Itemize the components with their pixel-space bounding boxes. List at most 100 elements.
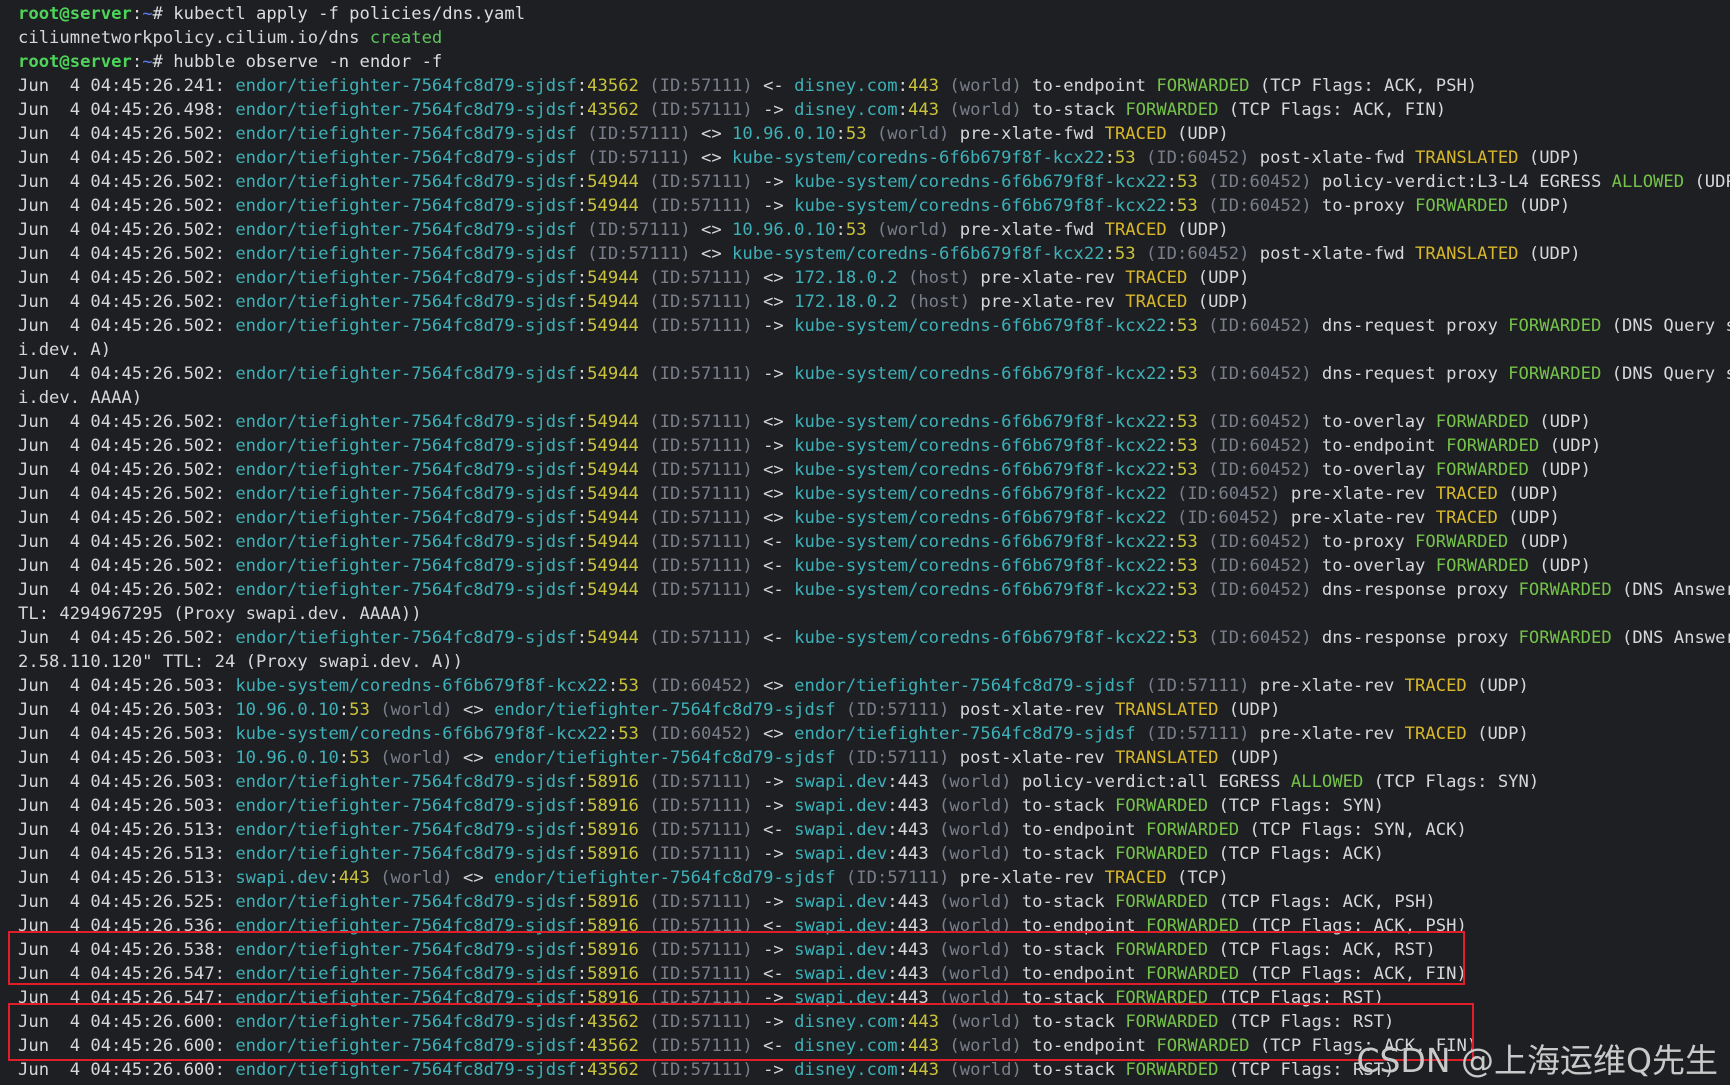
terminal-text: (ID:57111) (638, 436, 753, 456)
terminal-text: 43562 (587, 1060, 639, 1080)
terminal-text: FORWARDED (1446, 436, 1540, 456)
terminal-text: -> (752, 844, 795, 864)
terminal-text: endor/tiefighter-7564fc8d79-sjdsf (235, 100, 577, 120)
terminal-text: endor/tiefighter-7564fc8d79-sjdsf (235, 628, 577, 648)
terminal-text: -> (752, 196, 795, 216)
terminal-text: : (835, 220, 846, 240)
terminal-text: (ID:57111) (576, 244, 691, 264)
terminal-text: endor/tiefighter-7564fc8d79-sjdsf (235, 436, 577, 456)
terminal-text: endor/tiefighter-7564fc8d79-sjdsf (235, 892, 577, 912)
terminal-text: : (897, 76, 908, 96)
terminal-text: kube-system/coredns-6f6b679f8f-kcx22 (794, 508, 1167, 528)
terminal-text: ALLOWED (1611, 172, 1685, 192)
terminal-text: (world) (939, 100, 1022, 120)
terminal-text: 54944 (587, 580, 639, 600)
terminal-text: (world) (928, 892, 1012, 912)
terminal-text: TRANSLATED (1114, 748, 1219, 768)
terminal-text: (ID:60452) (1197, 556, 1312, 576)
terminal-text: Jun 4 04:45:26.525: (18, 892, 236, 912)
terminal-text: FORWARDED (1114, 892, 1209, 912)
terminal-text: : (576, 316, 588, 336)
terminal-text: : (1166, 556, 1178, 576)
terminal-text: root@server (18, 52, 132, 72)
terminal-text: -> (752, 892, 795, 912)
terminal-text: : (576, 100, 588, 120)
terminal-text: : (576, 844, 588, 864)
terminal-text: kube-system/coredns-6f6b679f8f-kcx22 (732, 148, 1105, 168)
terminal-text: 54944 (587, 460, 639, 480)
terminal-text: endor/tiefighter-7564fc8d79-sjdsf (235, 412, 577, 432)
terminal-text: FORWARDED (1508, 364, 1602, 384)
terminal-text: ~ (142, 4, 153, 24)
terminal-text: <> (752, 724, 795, 744)
terminal-text: (TCP Flags: ACK, FIN) (1218, 100, 1447, 120)
terminal-text: pre-xlate-rev (1249, 676, 1405, 696)
terminal-text: (DNS Query swap (1611, 316, 1730, 336)
terminal-text: 54944 (587, 436, 639, 456)
terminal-text: kube-system/coredns-6f6b679f8f-kcx22 (794, 436, 1167, 456)
terminal-text: FORWARDED (1435, 556, 1529, 576)
terminal-text: 54944 (587, 364, 639, 384)
terminal-text: : (897, 100, 908, 120)
terminal-text: dns-response proxy (1311, 580, 1519, 600)
terminal-text: TRANSLATED (1114, 700, 1219, 720)
terminal-text: (UDP) (1518, 244, 1581, 264)
terminal-text: <- (752, 76, 795, 96)
terminal-text: 10.96.0.10 (732, 220, 836, 240)
terminal-line: Jun 4 04:45:26.502: endor/tiefighter-756… (18, 578, 1730, 602)
terminal-text: : (576, 484, 588, 504)
terminal-text: FORWARDED (1146, 820, 1240, 840)
terminal-text: TRACED (1404, 724, 1467, 744)
terminal-text: Jun 4 04:45:26.498: (18, 100, 236, 120)
terminal-text: 53 (845, 220, 867, 240)
terminal-text: (ID:60452) (1197, 580, 1312, 600)
terminal-text: (TCP Flags: ACK, PSH) (1249, 76, 1478, 96)
terminal-line: Jun 4 04:45:26.502: endor/tiefighter-756… (18, 218, 1730, 242)
terminal-text: <> (690, 244, 733, 264)
terminal-text: 58916 (587, 772, 639, 792)
terminal-text: (DNS Answer "5 (1622, 628, 1730, 648)
terminal-text: <- (752, 820, 795, 840)
terminal-text: dns-request proxy (1311, 364, 1509, 384)
terminal-text: (ID:57111) (638, 460, 753, 480)
terminal-text: (ID:60452) (1197, 196, 1312, 216)
terminal-text: (ID:57111) (835, 748, 950, 768)
terminal-text: (world) (939, 76, 1022, 96)
terminal-text: to-stack (1011, 892, 1115, 912)
terminal-line: Jun 4 04:45:26.502: endor/tiefighter-756… (18, 554, 1730, 578)
terminal-text: (ID:57111) (638, 796, 753, 816)
terminal-text: swapi.dev (794, 772, 888, 792)
terminal-text: (ID:60452) (1197, 412, 1312, 432)
terminal-text: (ID:60452) (1166, 484, 1281, 504)
terminal-output[interactable]: root@server:~# kubectl apply -f policies… (0, 0, 1730, 1085)
terminal-text: swapi.dev (794, 796, 888, 816)
terminal-text: (ID:60452) (1166, 508, 1281, 528)
terminal-text: 53 (845, 124, 867, 144)
terminal-line: Jun 4 04:45:26.502: endor/tiefighter-756… (18, 530, 1730, 554)
terminal-text: to-overlay (1311, 556, 1436, 576)
terminal-text: : (1166, 628, 1178, 648)
terminal-text: TRACED (1125, 292, 1188, 312)
terminal-text: kube-system/coredns-6f6b679f8f-kcx22 (235, 676, 608, 696)
terminal-text: 54944 (587, 196, 639, 216)
terminal-text: endor/tiefighter-7564fc8d79-sjdsf (235, 1060, 577, 1080)
terminal-text: Jun 4 04:45:26.502: (18, 364, 236, 384)
terminal-text: endor/tiefighter-7564fc8d79-sjdsf (235, 796, 577, 816)
terminal-text: to-stack (1011, 796, 1115, 816)
terminal-text: :443 (887, 892, 929, 912)
terminal-text: endor/tiefighter-7564fc8d79-sjdsf (235, 772, 577, 792)
terminal-text: dns-request proxy (1311, 316, 1509, 336)
terminal-text: Jun 4 04:45:26.503: (18, 748, 236, 768)
terminal-text: pre-xlate-rev (1249, 724, 1405, 744)
terminal-text: Jun 4 04:45:26.513: (18, 868, 236, 888)
terminal-text: Jun 4 04:45:26.503: (18, 700, 236, 720)
terminal-text: endor/tiefighter-7564fc8d79-sjdsf (235, 484, 577, 504)
terminal-text: 53 (1177, 436, 1198, 456)
terminal-text: 54944 (587, 316, 639, 336)
terminal-text: Jun 4 04:45:26.502: (18, 316, 236, 336)
terminal-text: <> (752, 412, 795, 432)
terminal-text: 53 (1114, 148, 1136, 168)
terminal-text: 443 (907, 100, 940, 120)
terminal-text: (UDP) (1528, 460, 1591, 480)
terminal-line: Jun 4 04:45:26.503: kube-system/coredns-… (18, 674, 1730, 698)
